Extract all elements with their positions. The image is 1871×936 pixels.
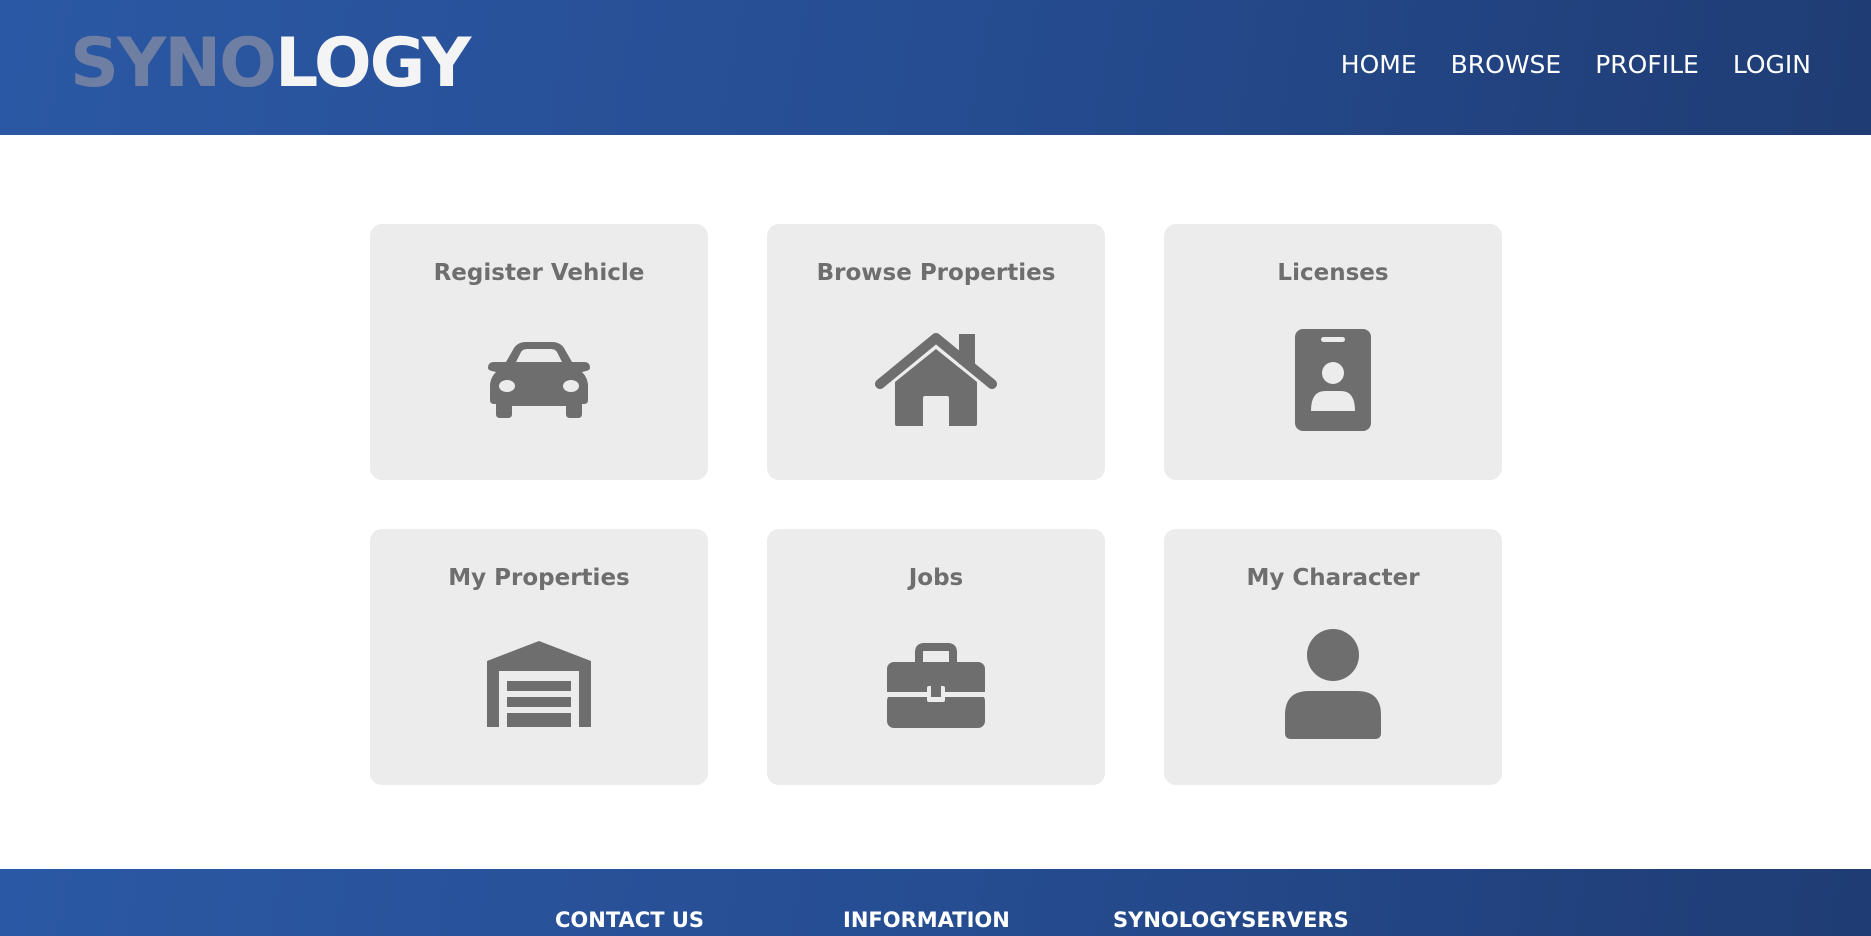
my-properties-card[interactable]: My Properties (370, 529, 708, 785)
jobs-card[interactable]: Jobs (767, 529, 1105, 785)
nav-home-link[interactable]: HOME (1341, 46, 1417, 84)
nav-profile-link[interactable]: PROFILE (1595, 46, 1699, 84)
card-title: Register Vehicle (433, 260, 645, 286)
briefcase-icon (767, 625, 1105, 745)
browse-properties-card[interactable]: Browse Properties (767, 224, 1105, 480)
main-nav: HOME BROWSE PROFILE LOGIN (1341, 46, 1811, 84)
user-icon (1164, 625, 1502, 745)
nav-browse-link[interactable]: BROWSE (1451, 46, 1562, 84)
garage-icon (370, 625, 708, 745)
footer-servers-heading[interactable]: SYNOLOGYSERVERS (1113, 907, 1349, 933)
site-logo[interactable]: SYNOLOGY (70, 22, 471, 106)
card-title: Browse Properties (816, 260, 1056, 286)
site-header: SYNOLOGY HOME BROWSE PROFILE LOGIN (0, 0, 1871, 135)
card-title: My Character (1246, 565, 1420, 591)
car-icon (370, 320, 708, 440)
footer-information-heading[interactable]: INFORMATION (843, 907, 1010, 933)
logo-part-dim: SYNO (70, 24, 277, 103)
card-title: Jobs (908, 565, 964, 591)
site-footer: CONTACT US INFORMATION SYNOLOGYSERVERS (0, 869, 1871, 936)
logo-part-bright: LOGY (274, 24, 471, 103)
house-icon (767, 320, 1105, 440)
licenses-card[interactable]: Licenses (1164, 224, 1502, 480)
id-badge-icon (1164, 320, 1502, 440)
footer-contact-heading[interactable]: CONTACT US (555, 907, 704, 933)
card-title: My Properties (448, 565, 630, 591)
my-character-card[interactable]: My Character (1164, 529, 1502, 785)
dashboard-grid: Register Vehicle Browse Properties Licen… (370, 224, 1502, 785)
register-vehicle-card[interactable]: Register Vehicle (370, 224, 708, 480)
nav-login-link[interactable]: LOGIN (1733, 46, 1811, 84)
card-title: Licenses (1277, 260, 1389, 286)
